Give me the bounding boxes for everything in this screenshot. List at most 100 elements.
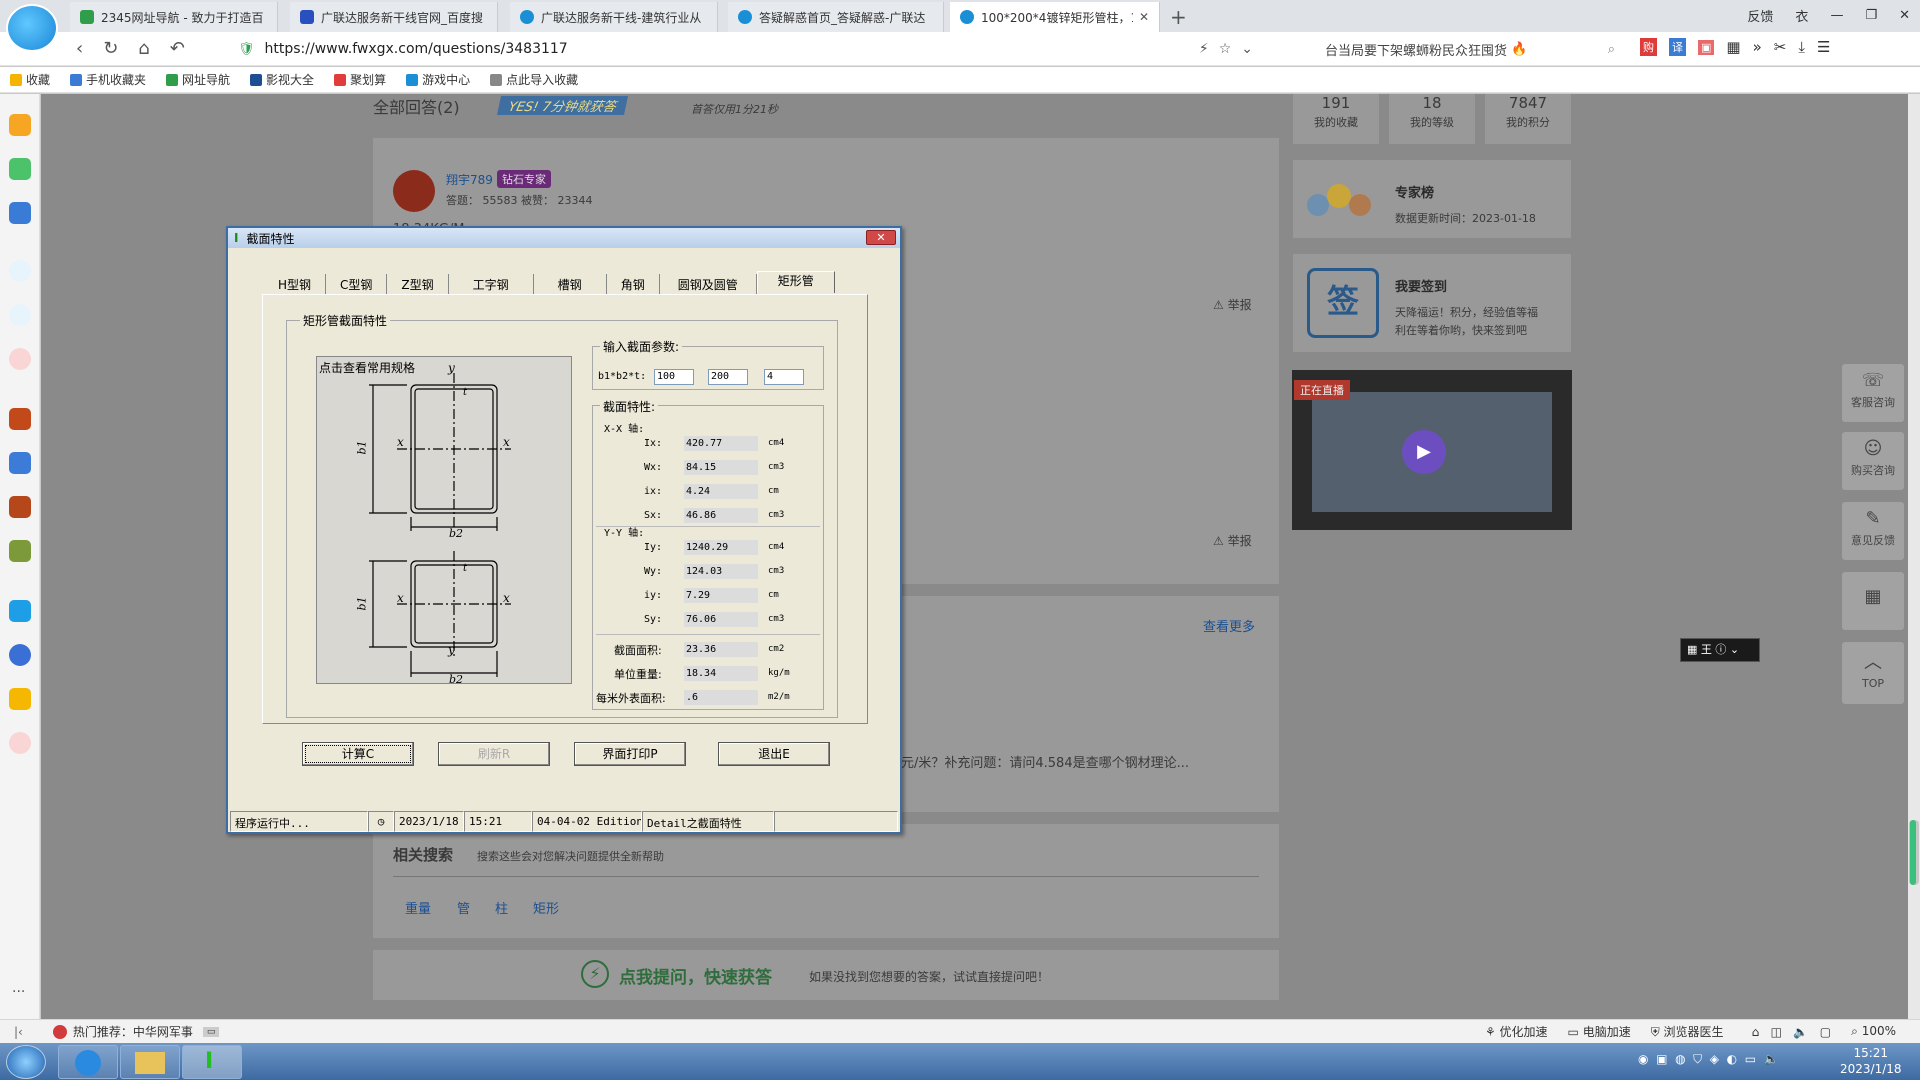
stat-level[interactable]: 18 我的等级 (1389, 94, 1475, 144)
sidebar-mail-icon[interactable] (9, 688, 31, 710)
tab-z-steel[interactable]: Z型钢 (387, 274, 449, 294)
float-customer-service[interactable]: ☏ 客服咨询 (1842, 364, 1904, 422)
tab-channel[interactable]: 槽钢 (534, 274, 607, 294)
tab-2345[interactable]: 2345网址导航 - 致力于打造百 (70, 2, 278, 32)
undo-icon[interactable]: ↶ (170, 38, 185, 59)
bookmark-favorites[interactable]: 收藏 (10, 71, 50, 88)
minimize-button[interactable]: — (1830, 8, 1843, 23)
float-purchase[interactable]: ☺ 购买咨询 (1842, 432, 1904, 490)
menu-icon[interactable]: ☰ (1817, 38, 1830, 56)
sidebar-game-icon[interactable] (9, 408, 31, 430)
close-window-button[interactable]: ✕ (1899, 8, 1910, 23)
back-icon[interactable]: ‹ (76, 38, 83, 59)
browser-logo-icon[interactable] (6, 4, 58, 52)
bookmark-import[interactable]: 点此导入收藏 (490, 71, 578, 88)
taskbar-glodon-app[interactable]: I (182, 1045, 242, 1079)
dialog-close-button[interactable]: ✕ (866, 230, 896, 245)
translate-icon[interactable]: 译 (1669, 38, 1686, 56)
status-icons[interactable]: ⌂ ◫ 🔈 ▢ (1752, 1025, 1832, 1039)
download-icon[interactable]: ⤓ (1798, 38, 1805, 56)
address-bar[interactable]: 🛡 https://www.fwxgx.com/questions/348311… (238, 36, 1263, 62)
game-icon[interactable]: ▣ (1698, 39, 1715, 55)
bookmark-games[interactable]: 游戏中心 (406, 71, 470, 88)
tab-qa-home[interactable]: 答疑解惑首页_答疑解惑-广联达 (728, 2, 944, 32)
taskbar-clock[interactable]: 15:21 2023/1/18 (1840, 1045, 1902, 1077)
tab-baidu[interactable]: 广联达服务新干线官网_百度搜 (290, 2, 498, 32)
expert-rank-card[interactable]: 专家榜 数据更新时间：2023-01-18 (1293, 160, 1571, 238)
related-question-text[interactable]: 元/米？补充问题：请问4.584是查哪个钢材理论... (901, 752, 1189, 771)
tab-h-steel[interactable]: H型钢 (264, 274, 327, 294)
sidebar-app-icon[interactable] (9, 304, 31, 326)
system-tray[interactable]: ◉ ▣ ◍ ⛉ ◈ ◐ ▭ 🔈 (1638, 1052, 1779, 1067)
tab-angle[interactable]: 角钢 (607, 274, 660, 294)
tab-glodon[interactable]: 广联达服务新干线-建筑行业从 (510, 2, 718, 32)
skin-icon[interactable]: 衣 (1795, 6, 1808, 25)
bookmark-video[interactable]: 影视大全 (250, 71, 314, 88)
apps-grid-icon[interactable]: ▦ (1726, 38, 1740, 56)
float-back-to-top[interactable]: ︿ TOP (1842, 642, 1904, 704)
sidebar-favorites-icon[interactable] (9, 114, 31, 136)
signin-card[interactable]: 签 我要签到 天降福运！积分，经验值等福 利在等着你哟，快来签到吧 (1293, 254, 1571, 352)
sidebar-history-icon[interactable] (9, 158, 31, 180)
more-icon[interactable]: » (1753, 38, 1762, 56)
search-tag[interactable]: 管 (457, 898, 470, 917)
bookmark-juhuasuan[interactable]: 聚划算 (334, 71, 386, 88)
sidebar-tv-icon[interactable] (9, 600, 31, 622)
ime-toolbar[interactable]: ▦ 王 ⓘ ⌄ (1680, 638, 1760, 662)
start-button[interactable] (6, 1045, 46, 1079)
tab-round-pipe[interactable]: 圆钢及圆管 (660, 274, 757, 294)
sidebar-app-icon[interactable] (9, 348, 31, 370)
sidebar-app-icon[interactable] (9, 260, 31, 282)
report-link[interactable]: ⚠ 举报 (1213, 532, 1252, 549)
bookmark-mobile[interactable]: 手机收藏夹 (70, 71, 146, 88)
optimize-button[interactable]: ⚘ 优化加速 (1485, 1023, 1548, 1040)
search-tag[interactable]: 重量 (405, 898, 431, 917)
tab-rect-tube[interactable]: 矩形管 (756, 271, 835, 293)
zoom-level[interactable]: ⌕ 100% (1851, 1024, 1896, 1039)
tab-i-beam[interactable]: 工字钢 (449, 274, 534, 294)
print-button[interactable]: 界面打印P (574, 742, 686, 766)
b2-input[interactable]: 200 (708, 369, 748, 385)
collapse-sidebar-icon[interactable]: |‹ (14, 1025, 23, 1039)
float-qrcode[interactable]: ▦ (1842, 572, 1904, 630)
search-icon[interactable]: ⌕ (1608, 42, 1615, 57)
sidebar-weibo-icon[interactable] (9, 202, 31, 224)
sidebar-app-icon[interactable] (9, 732, 31, 754)
answerer-name[interactable]: 翔宇789 (446, 171, 493, 188)
live-video-card[interactable]: ▶ 正在直播 (1292, 370, 1572, 530)
new-tab-button[interactable]: + (1170, 5, 1187, 29)
sidebar-baidu-icon[interactable] (9, 644, 31, 666)
b1-input[interactable]: 100 (654, 369, 694, 385)
avatar[interactable] (393, 170, 435, 212)
see-more-link[interactable]: 查看更多 (1203, 616, 1255, 635)
tab-close-icon[interactable]: ✕ (1133, 10, 1149, 24)
search-tag[interactable]: 柱 (495, 898, 508, 917)
bookmark-nav[interactable]: 网址导航 (166, 71, 230, 88)
home-icon[interactable]: ⌂ (138, 38, 149, 59)
address-actions-icon[interactable]: ⚡☆⌄ (1199, 41, 1263, 57)
play-icon[interactable]: ▶ (1402, 430, 1446, 474)
calculate-button[interactable]: 计算C (302, 742, 414, 766)
tab-current-question[interactable]: 100*200*4镀锌矩形管柱，10 ✕ (950, 2, 1160, 32)
dialog-titlebar[interactable]: I 截面特性 ✕ (228, 228, 900, 248)
ask-title[interactable]: 点我提问，快速获答 (619, 963, 772, 988)
refresh-button[interactable]: 刷新R (438, 742, 550, 766)
t-input[interactable]: 4 (764, 369, 804, 385)
sidebar-game-icon[interactable] (9, 540, 31, 562)
stat-favorites[interactable]: 191 我的收藏 (1293, 94, 1379, 144)
scissors-icon[interactable]: ✂ (1774, 38, 1787, 56)
taskbar-explorer[interactable] (120, 1045, 180, 1079)
float-feedback[interactable]: ✎ 意见反馈 (1842, 502, 1904, 560)
pc-speedup-button[interactable]: ▭ 电脑加速 (1568, 1023, 1631, 1040)
search-box[interactable]: 台当局要下架螺蛳粉民众狂囤货 🔥 ⌕ (1325, 36, 1615, 62)
feedback-button[interactable]: 反馈 (1747, 6, 1773, 25)
exit-button[interactable]: 退出E (718, 742, 830, 766)
sidebar-more-icon[interactable]: ··· (12, 984, 25, 1000)
sidebar-game-icon[interactable] (9, 452, 31, 474)
taskbar-ie[interactable] (58, 1045, 118, 1079)
ask-question-card[interactable]: ⚡ 点我提问，快速获答 如果没找到您想要的答案，试试直接提问吧！ (373, 950, 1279, 1000)
section-drawing[interactable]: 点击查看常用规格 y x x b1 b2 t x x y b1 b2 t (316, 356, 572, 686)
report-link[interactable]: ⚠ 举报 (1213, 296, 1252, 313)
hot-news-text[interactable]: 热门推荐：中华网军事 (73, 1023, 193, 1040)
tab-c-steel[interactable]: C型钢 (326, 274, 388, 294)
